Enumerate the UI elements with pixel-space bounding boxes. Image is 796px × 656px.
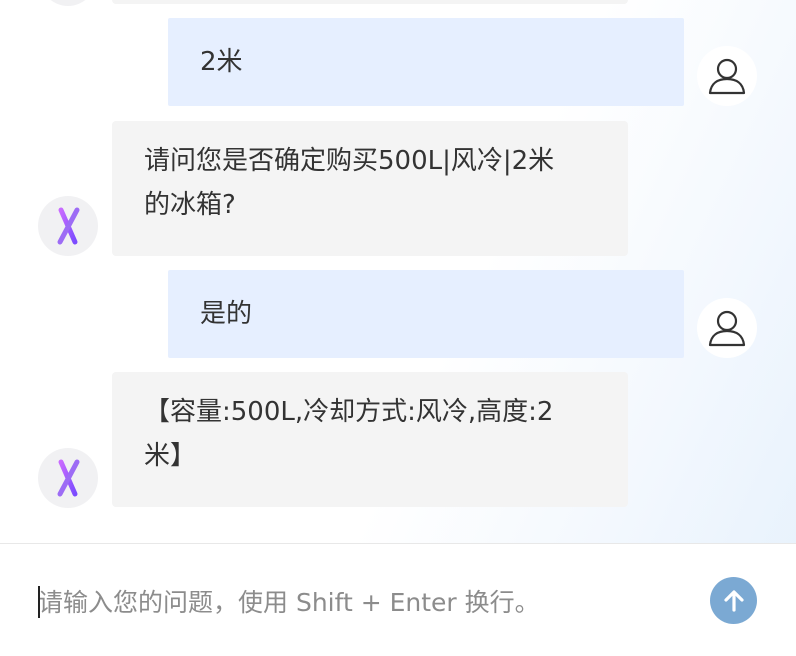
message-list[interactable]: 2米 请问您是否确定购买500L|风冷|2米 的冰箱? 是的 【容量:500L,…: [0, 0, 796, 543]
message-input[interactable]: [38, 578, 678, 626]
user-avatar: [697, 298, 757, 358]
asterisk-logo-icon: [45, 207, 91, 245]
user-message-text: 是的: [200, 299, 253, 329]
send-button[interactable]: [710, 577, 757, 624]
assistant-message-line: 【容量:500L,冷却方式:风冷,高度:2: [144, 397, 554, 427]
user-outline-icon: [708, 58, 746, 95]
assistant-avatar: [38, 448, 98, 508]
user-message-text: 2米: [200, 47, 243, 77]
assistant-avatar: [38, 196, 98, 256]
user-message-bubble: 2米: [168, 18, 684, 106]
arrow-up-icon: [723, 589, 744, 612]
asterisk-logo-icon: [45, 459, 91, 497]
chat-app: 2米 请问您是否确定购买500L|风冷|2米 的冰箱? 是的 【容量:500L,…: [0, 0, 796, 656]
text-caret: [38, 586, 40, 618]
user-outline-icon: [708, 310, 746, 347]
user-avatar: [697, 46, 757, 106]
assistant-message-bubble: 【容量:500L,冷却方式:风冷,高度:2 米】: [112, 372, 628, 507]
assistant-message-line: 米】: [144, 441, 197, 471]
previous-message-bubble: [112, 0, 628, 4]
assistant-message-line: 的冰箱?: [144, 190, 236, 220]
previous-avatar: [40, 0, 96, 6]
user-message-bubble: 是的: [168, 270, 684, 358]
assistant-message-bubble: 请问您是否确定购买500L|风冷|2米 的冰箱?: [112, 121, 628, 256]
assistant-message-line: 请问您是否确定购买500L|风冷|2米: [144, 146, 555, 176]
